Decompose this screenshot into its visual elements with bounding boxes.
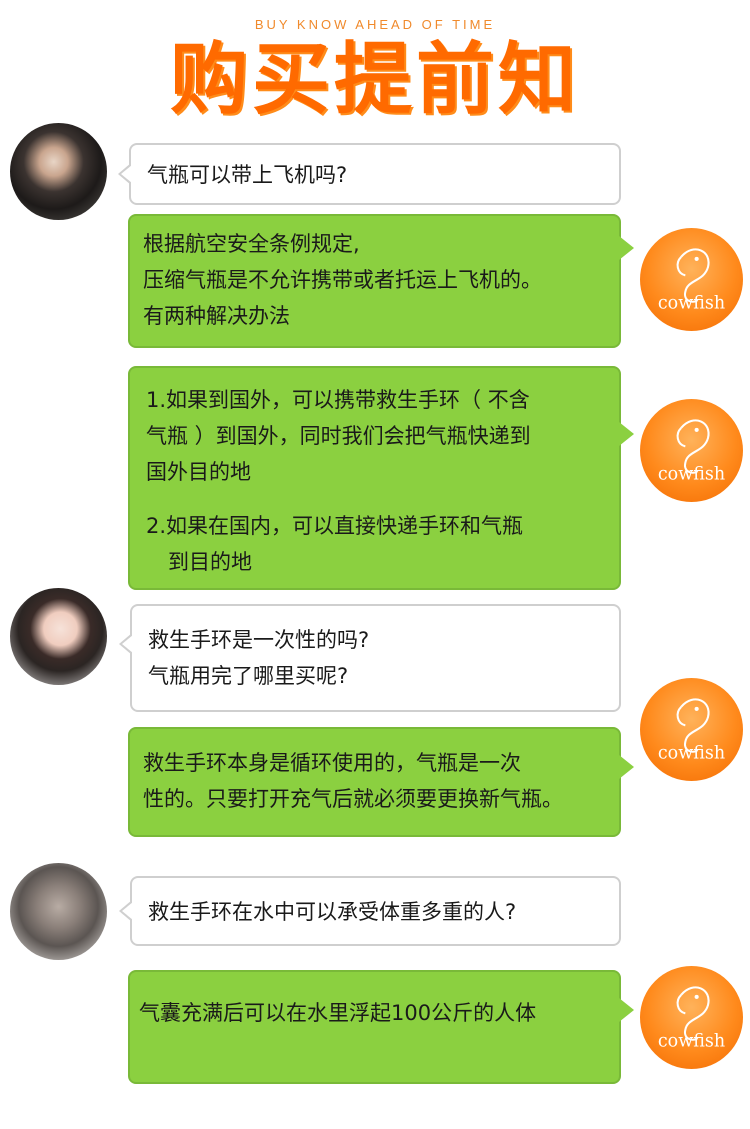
message-line: 救生手环在水中可以承受体重多重的人? <box>148 900 517 924</box>
question-bubble-3: 救生手环在水中可以承受体重多重的人? <box>119 876 621 946</box>
message-line: 气瓶 ）到国外，同时我们会把气瓶快递到 <box>146 424 531 448</box>
message-line: 救生手环本身是循环使用的，气瓶是一次 <box>143 751 521 775</box>
message-line: 救生手环是一次性的吗? <box>148 628 370 652</box>
cowfish-logo-3: cowfish <box>640 678 743 781</box>
user-avatar-1 <box>10 123 107 220</box>
bubble-tail <box>119 633 133 655</box>
message-line: 性的。只要打开充气后就必须要更换新气瓶。 <box>143 787 563 811</box>
page-title: 购买提前知 <box>169 35 580 125</box>
bubble-tail <box>118 163 132 185</box>
message-line: 2.如果在国内，可以直接快递手环和气瓶 <box>146 514 524 538</box>
question-bubble-1: 气瓶可以带上飞机吗? <box>118 143 621 205</box>
message-line: 气瓶可以带上飞机吗? <box>147 163 348 187</box>
cowfish-logo-2: cowfish <box>640 399 743 502</box>
bubble-tail <box>619 998 634 1022</box>
message-line: 气囊充满后可以在水里浮起100公斤的人体 <box>139 1001 537 1025</box>
message-line: 1.如果到国外，可以携带救生手环（ 不含 <box>146 388 530 412</box>
logo-text: cowfish <box>658 293 725 313</box>
message-line: 到目的地 <box>168 550 252 574</box>
cowfish-logo-1: cowfish <box>640 228 743 331</box>
cowfish-logo-4: cowfish <box>640 966 743 1069</box>
message-line: 国外目的地 <box>146 460 251 484</box>
bubble-tail <box>619 236 634 260</box>
message-line: 气瓶用完了哪里买呢? <box>148 664 349 688</box>
cowfish-mascot-icon: cowfish <box>658 419 725 484</box>
answer-bubble-2: 1.如果到国外，可以携带救生手环（ 不含 气瓶 ）到国外，同时我们会把气瓶快递到… <box>128 366 634 590</box>
bubble-tail <box>619 755 634 779</box>
bubble-tail <box>119 900 133 922</box>
cowfish-mascot-icon: cowfish <box>658 986 725 1051</box>
message-line: 压缩气瓶是不允许携带或者托运上飞机的。 <box>143 268 542 292</box>
message-line: 有两种解决办法 <box>143 304 290 328</box>
answer-bubble-1: 根据航空安全条例规定, 压缩气瓶是不允许携带或者托运上飞机的。 有两种解决办法 <box>128 214 634 348</box>
message-line: 根据航空安全条例规定, <box>143 232 360 256</box>
cowfish-mascot-icon: cowfish <box>658 698 725 763</box>
logo-text: cowfish <box>658 464 725 484</box>
user-avatar-2 <box>10 588 107 685</box>
logo-text: cowfish <box>658 743 725 763</box>
user-avatar-3 <box>10 863 107 960</box>
logo-text: cowfish <box>658 1031 725 1051</box>
cowfish-mascot-icon: cowfish <box>658 248 725 313</box>
answer-bubble-4: 气囊充满后可以在水里浮起100公斤的人体 <box>128 970 634 1084</box>
bubble-tail <box>619 422 634 446</box>
answer-bubble-3: 救生手环本身是循环使用的，气瓶是一次 性的。只要打开充气后就必须要更换新气瓶。 <box>128 727 634 837</box>
question-bubble-2: 救生手环是一次性的吗? 气瓶用完了哪里买呢? <box>119 604 621 712</box>
